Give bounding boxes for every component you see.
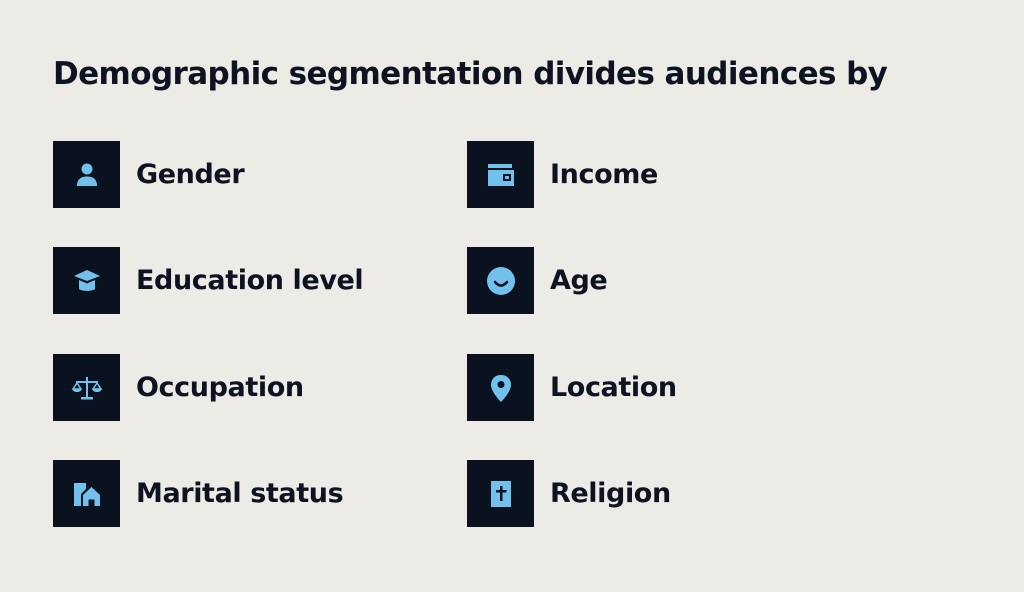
segment-marital-status: Marital status — [53, 460, 344, 527]
segment-label: Marital status — [136, 478, 344, 509]
smiley-face-icon — [467, 247, 534, 314]
segment-label: Occupation — [136, 372, 304, 403]
scales-icon — [53, 354, 120, 421]
segment-label: Religion — [550, 478, 671, 509]
segment-gender: Gender — [53, 141, 245, 208]
page-title: Demographic segmentation divides audienc… — [53, 56, 888, 92]
segment-age: Age — [467, 247, 608, 314]
cross-book-icon — [467, 460, 534, 527]
graduation-cap-icon — [53, 247, 120, 314]
segment-label: Gender — [136, 159, 245, 190]
segment-label: Income — [550, 159, 658, 190]
segment-occupation: Occupation — [53, 354, 304, 421]
segment-income: Income — [467, 141, 658, 208]
segment-label: Education level — [136, 265, 364, 296]
segment-location: Location — [467, 354, 677, 421]
segment-religion: Religion — [467, 460, 671, 527]
house-icon — [53, 460, 120, 527]
segment-label: Age — [550, 265, 608, 296]
person-icon — [53, 141, 120, 208]
wallet-icon — [467, 141, 534, 208]
segment-label: Location — [550, 372, 677, 403]
map-pin-icon — [467, 354, 534, 421]
segment-education-level: Education level — [53, 247, 364, 314]
